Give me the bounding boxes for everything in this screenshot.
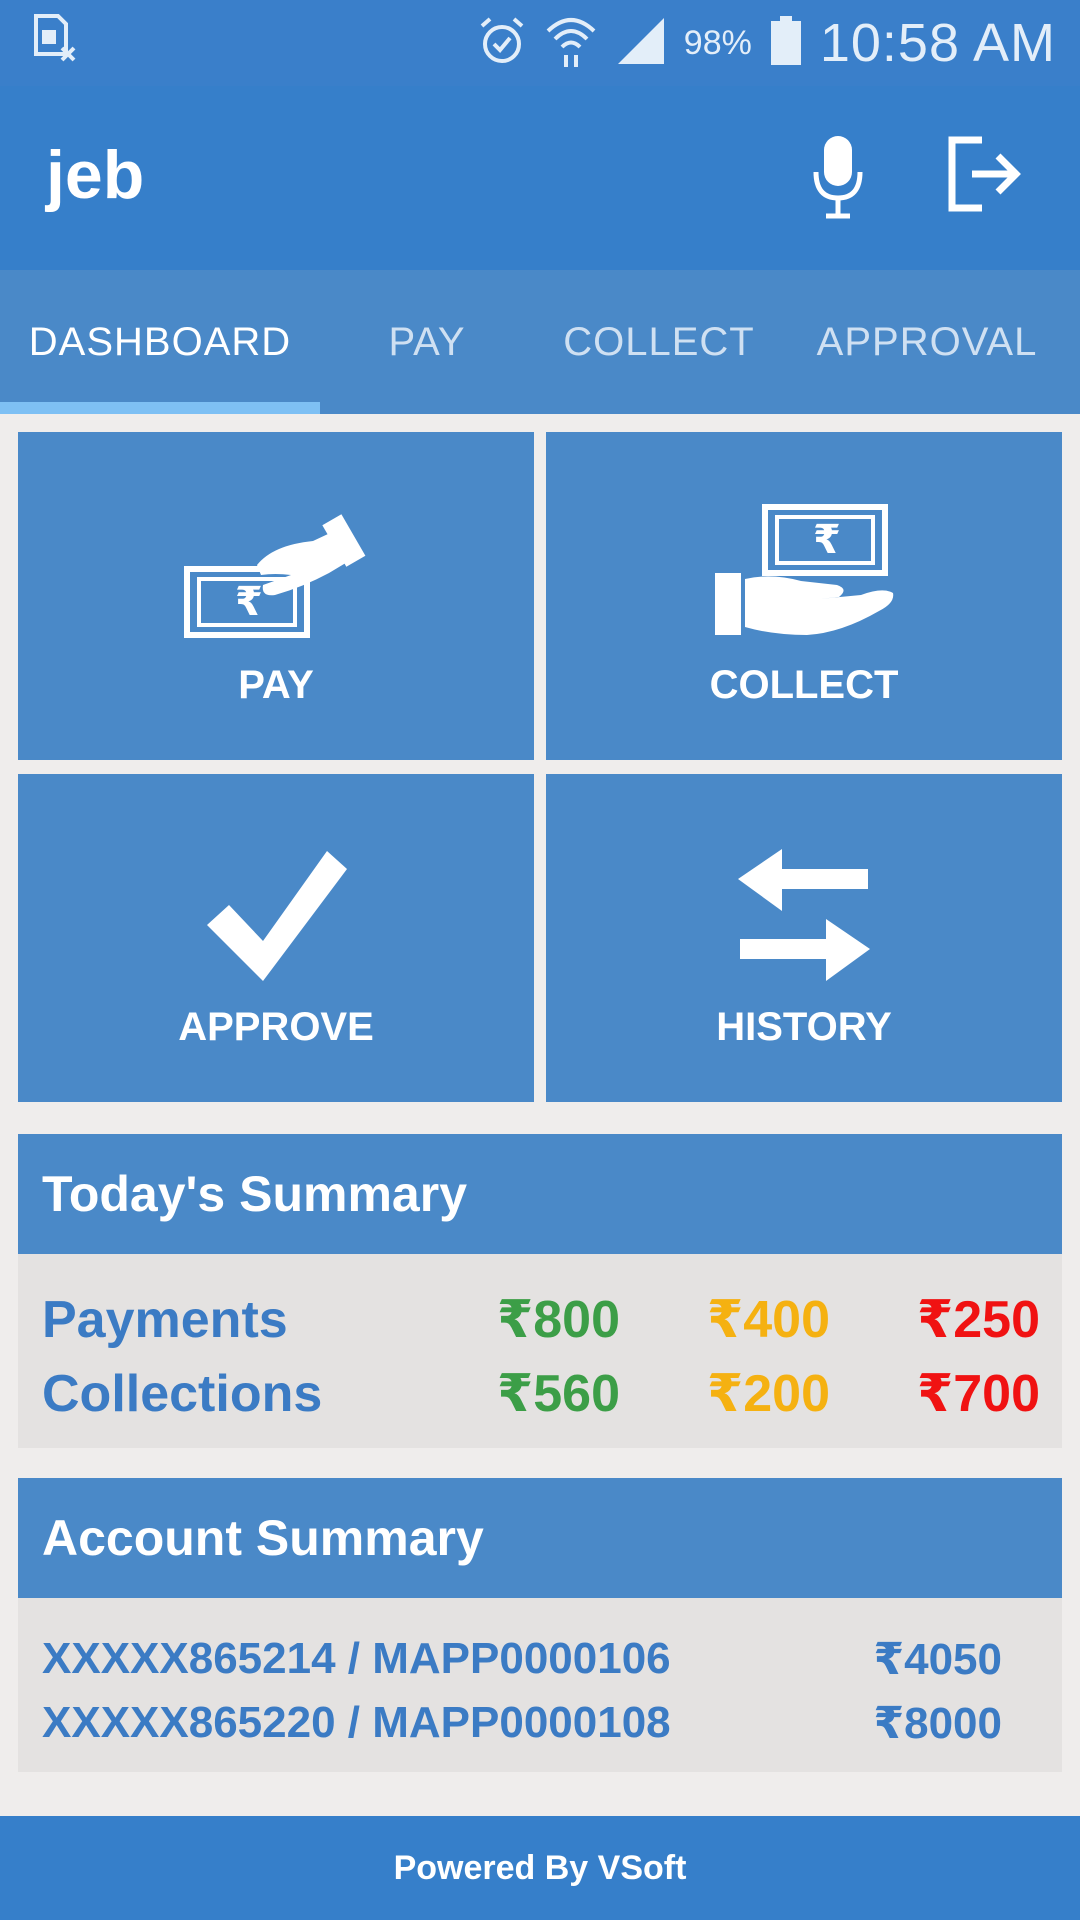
- tab-pay[interactable]: PAY: [320, 270, 534, 414]
- tab-dashboard[interactable]: DASHBOARD: [0, 270, 320, 414]
- svg-text:₹: ₹: [235, 579, 263, 625]
- sim-error-icon: [32, 14, 78, 69]
- account-summary-header: Account Summary: [18, 1478, 1062, 1598]
- footer: Powered By VSoft: [0, 1816, 1080, 1920]
- checkmark-icon: [207, 851, 347, 981]
- logout-button[interactable]: [946, 134, 1026, 214]
- collect-money-hand-icon: ₹: [715, 504, 894, 635]
- app-title: jeb: [46, 137, 145, 213]
- clock: 10:58 AM: [819, 13, 1056, 73]
- payments-red-amount: ₹250: [917, 1291, 1040, 1349]
- collections-orange-amount: ₹200: [707, 1365, 830, 1423]
- svg-text:₹: ₹: [813, 517, 841, 563]
- approve-tile[interactable]: APPROVE: [18, 774, 534, 1102]
- signal-icon: [616, 16, 666, 71]
- logout-icon: [948, 136, 1021, 212]
- tab-bar: DASHBOARD PAY COLLECT APPROVAL: [0, 270, 1080, 414]
- account-balance-2: ₹8000: [873, 1699, 1003, 1748]
- collections-green-amount: ₹560: [497, 1365, 620, 1423]
- app-bar: jeb: [0, 86, 1080, 270]
- pay-tile-label: PAY: [238, 663, 314, 707]
- alarm-icon: [478, 16, 526, 71]
- payments-orange-amount: ₹400: [707, 1291, 830, 1349]
- wifi-icon: [544, 13, 598, 74]
- pay-tile[interactable]: ₹ PAY: [18, 432, 534, 760]
- todays-summary-header: Today's Summary: [18, 1134, 1062, 1254]
- payments-label: Payments: [42, 1291, 288, 1349]
- collect-tile[interactable]: ₹ COLLECT: [546, 432, 1062, 760]
- history-tile-label: HISTORY: [716, 1005, 892, 1049]
- status-bar: 98% 10:58 AM: [0, 0, 1080, 86]
- battery-icon: [770, 15, 802, 71]
- collections-label: Collections: [42, 1365, 323, 1423]
- tab-approval[interactable]: APPROVAL: [784, 270, 1070, 414]
- collections-red-amount: ₹700: [917, 1365, 1040, 1423]
- account-summary-body: XXXXX865214 / MAPP0000106 ₹4050 XXXXX865…: [18, 1598, 1062, 1772]
- approve-tile-label: APPROVE: [178, 1005, 374, 1049]
- history-tile[interactable]: HISTORY: [546, 774, 1062, 1102]
- todays-summary-body: Payments ₹800 ₹400 ₹250 Collections ₹560…: [18, 1254, 1062, 1448]
- battery-percent: 98%: [683, 23, 752, 62]
- tab-collect[interactable]: COLLECT: [534, 270, 784, 414]
- collect-tile-label: COLLECT: [709, 663, 899, 707]
- account-balance-1: ₹4050: [873, 1635, 1003, 1684]
- payments-green-amount: ₹800: [497, 1291, 620, 1349]
- active-tab-indicator: [0, 402, 320, 414]
- pay-money-hand-icon: ₹: [184, 514, 366, 638]
- mic-button[interactable]: [808, 132, 868, 222]
- account-number-2: XXXXX865220 / MAPP0000108: [42, 1698, 671, 1747]
- mic-icon: [813, 136, 863, 219]
- swap-arrows-icon: [738, 849, 870, 981]
- account-number-1: XXXXX865214 / MAPP0000106: [42, 1634, 671, 1683]
